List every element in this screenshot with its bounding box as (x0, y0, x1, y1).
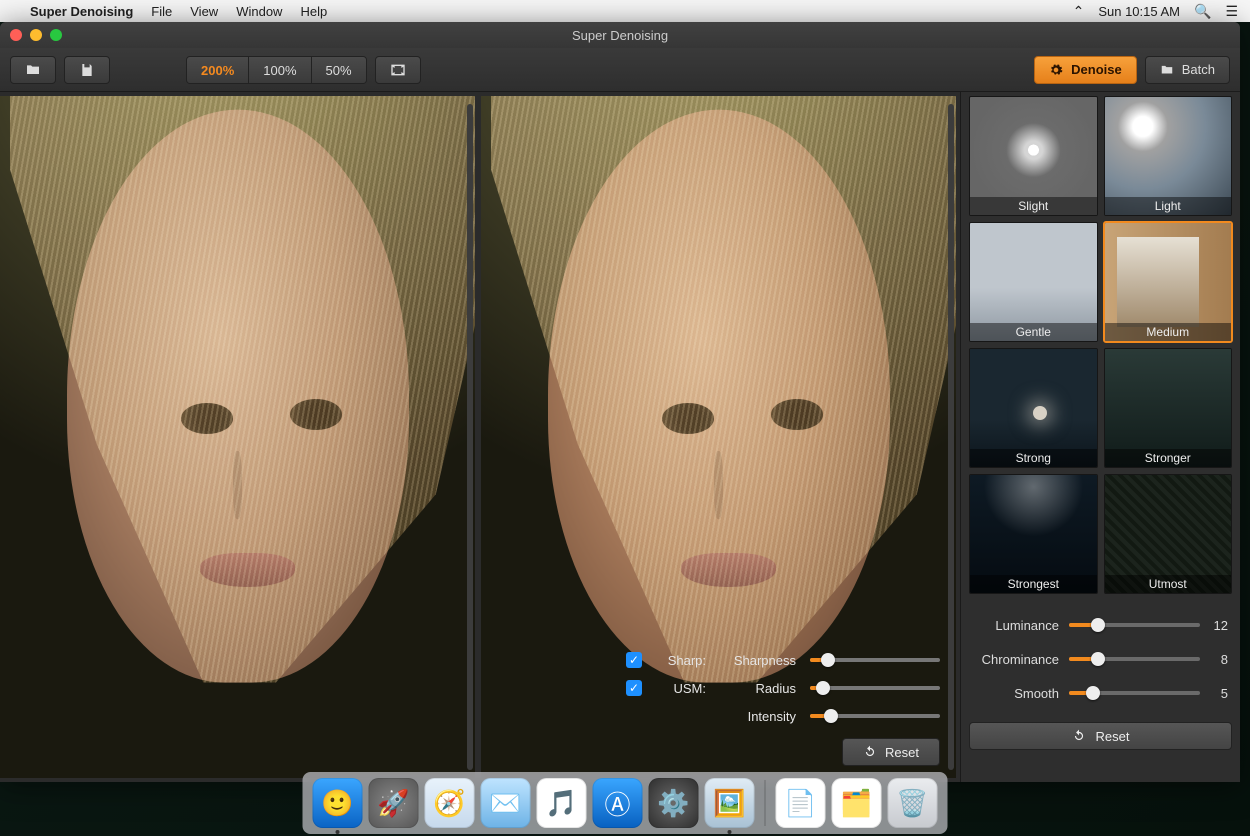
sharpness-label: Sharpness (720, 653, 796, 668)
macos-menubar: Super Denoising File View Window Help ⌃ … (0, 0, 1250, 22)
dock-separator (765, 780, 766, 826)
intensity-label: Intensity (720, 709, 796, 724)
preset-light[interactable]: Light (1104, 96, 1233, 216)
folder-icon (25, 62, 41, 78)
dock-appstore-icon[interactable]: Ⓐ (593, 778, 643, 828)
preset-label: Utmost (1105, 575, 1232, 593)
radius-label: Radius (720, 681, 796, 696)
app-window: Super Denoising 200% 100% 50% Denoise Ba… (0, 22, 1240, 782)
zoom-window-button[interactable] (50, 29, 62, 41)
slider-label: Chrominance (973, 652, 1069, 667)
batch-mode-button[interactable]: Batch (1145, 56, 1230, 84)
preset-utmost[interactable]: Utmost (1104, 474, 1233, 594)
slider-value: 8 (1200, 652, 1228, 667)
dock-settings-icon[interactable]: ⚙️ (649, 778, 699, 828)
dock-safari-icon[interactable]: 🧭 (425, 778, 475, 828)
sharpness-slider[interactable] (810, 658, 940, 662)
batch-mode-label: Batch (1182, 62, 1215, 77)
right-panel: Slight Light Gentle Medium Strong Stronger Str… (960, 92, 1240, 782)
dock-finder-icon[interactable]: 🙂 (313, 778, 363, 828)
open-file-button[interactable] (10, 56, 56, 84)
macos-dock: 🙂 🚀 🧭 ✉️ 🎵 Ⓐ ⚙️ 🖼️ 📄 🗂️ 🗑️ (303, 772, 948, 834)
slider-label: Luminance (973, 618, 1069, 633)
refresh-icon (863, 745, 877, 759)
compare-canvas-area: ✓ Sharp: Sharpness ✓ USM: Radius Intensi… (0, 92, 960, 782)
notification-center-icon[interactable]: ☰ (1225, 3, 1238, 20)
spotlight-icon[interactable]: 🔍 (1194, 3, 1211, 20)
menu-file[interactable]: File (151, 4, 172, 19)
chrominance-slider[interactable] (1069, 657, 1200, 661)
menu-view[interactable]: View (190, 4, 218, 19)
usm-checkbox-label: USM: (656, 681, 706, 696)
dock-trash-icon[interactable]: 🗑️ (888, 778, 938, 828)
zoom-50-button[interactable]: 50% (312, 57, 366, 84)
slider-row-chrominance: Chrominance 8 (973, 642, 1228, 676)
denoise-mode-button[interactable]: Denoise (1034, 56, 1137, 84)
sharp-checkbox[interactable]: ✓ (626, 652, 642, 668)
menubar-app-name[interactable]: Super Denoising (30, 4, 133, 19)
preset-medium[interactable]: Medium (1104, 222, 1233, 342)
save-file-button[interactable] (64, 56, 110, 84)
smooth-slider[interactable] (1069, 691, 1200, 695)
preset-grid: Slight Light Gentle Medium Strong Stronger Str… (969, 96, 1232, 594)
sharp-checkbox-label: Sharp: (656, 653, 706, 668)
radius-slider[interactable] (810, 686, 940, 690)
close-window-button[interactable] (10, 29, 22, 41)
dock-preview-icon[interactable]: 🖼️ (705, 778, 755, 828)
menu-help[interactable]: Help (300, 4, 327, 19)
refresh-icon (1072, 729, 1086, 743)
minimize-window-button[interactable] (30, 29, 42, 41)
usm-checkbox[interactable]: ✓ (626, 680, 642, 696)
slider-row-smooth: Smooth 5 (973, 676, 1228, 710)
preset-label: Strongest (970, 575, 1097, 593)
slider-row-luminance: Luminance 12 (973, 608, 1228, 642)
slider-value: 12 (1200, 618, 1228, 633)
menubar-extra-icon[interactable]: ⌃ (1073, 3, 1085, 20)
save-icon (79, 62, 95, 78)
preset-gentle[interactable]: Gentle (969, 222, 1098, 342)
preset-strong[interactable]: Strong (969, 348, 1098, 468)
preset-label: Gentle (970, 323, 1097, 341)
before-image-pane[interactable] (0, 96, 475, 778)
slider-value: 5 (1200, 686, 1228, 701)
luminance-slider[interactable] (1069, 623, 1200, 627)
menu-window[interactable]: Window (236, 4, 282, 19)
sharpen-reset-label: Reset (885, 745, 919, 760)
preset-label: Stronger (1105, 449, 1232, 467)
zoom-200-button[interactable]: 200% (187, 57, 249, 84)
window-titlebar: Super Denoising (0, 22, 1240, 48)
dock-launchpad-icon[interactable]: 🚀 (369, 778, 419, 828)
dock-document-icon[interactable]: 📄 (776, 778, 826, 828)
preset-strongest[interactable]: Strongest (969, 474, 1098, 594)
folder-icon (1160, 63, 1174, 77)
menubar-clock[interactable]: Sun 10:15 AM (1098, 4, 1180, 19)
fit-to-screen-button[interactable] (375, 56, 421, 84)
dock-folder-icon[interactable]: 🗂️ (832, 778, 882, 828)
preset-label: Slight (970, 197, 1097, 215)
denoise-sliders: Luminance 12 Chrominance 8 Smooth 5 (969, 608, 1232, 710)
zoom-100-button[interactable]: 100% (249, 57, 311, 84)
slider-label: Smooth (973, 686, 1069, 701)
denoise-reset-label: Reset (1096, 729, 1130, 744)
after-image-pane[interactable]: ✓ Sharp: Sharpness ✓ USM: Radius Intensi… (481, 96, 956, 778)
preset-stronger[interactable]: Stronger (1104, 348, 1233, 468)
app-toolbar: 200% 100% 50% Denoise Batch (0, 48, 1240, 92)
intensity-slider[interactable] (810, 714, 940, 718)
preset-label: Strong (970, 449, 1097, 467)
fit-screen-icon (390, 62, 406, 78)
dock-itunes-icon[interactable]: 🎵 (537, 778, 587, 828)
dock-mail-icon[interactable]: ✉️ (481, 778, 531, 828)
window-title: Super Denoising (0, 28, 1240, 43)
preset-slight[interactable]: Slight (969, 96, 1098, 216)
preset-label: Medium (1105, 323, 1232, 341)
sharpen-reset-button[interactable]: Reset (842, 738, 940, 766)
zoom-level-segmented: 200% 100% 50% (186, 56, 367, 84)
denoise-mode-label: Denoise (1071, 62, 1122, 77)
preset-label: Light (1105, 197, 1232, 215)
gear-icon (1049, 63, 1063, 77)
denoise-reset-button[interactable]: Reset (969, 722, 1232, 750)
sharpen-overlay-panel: ✓ Sharp: Sharpness ✓ USM: Radius Intensi… (620, 646, 940, 766)
